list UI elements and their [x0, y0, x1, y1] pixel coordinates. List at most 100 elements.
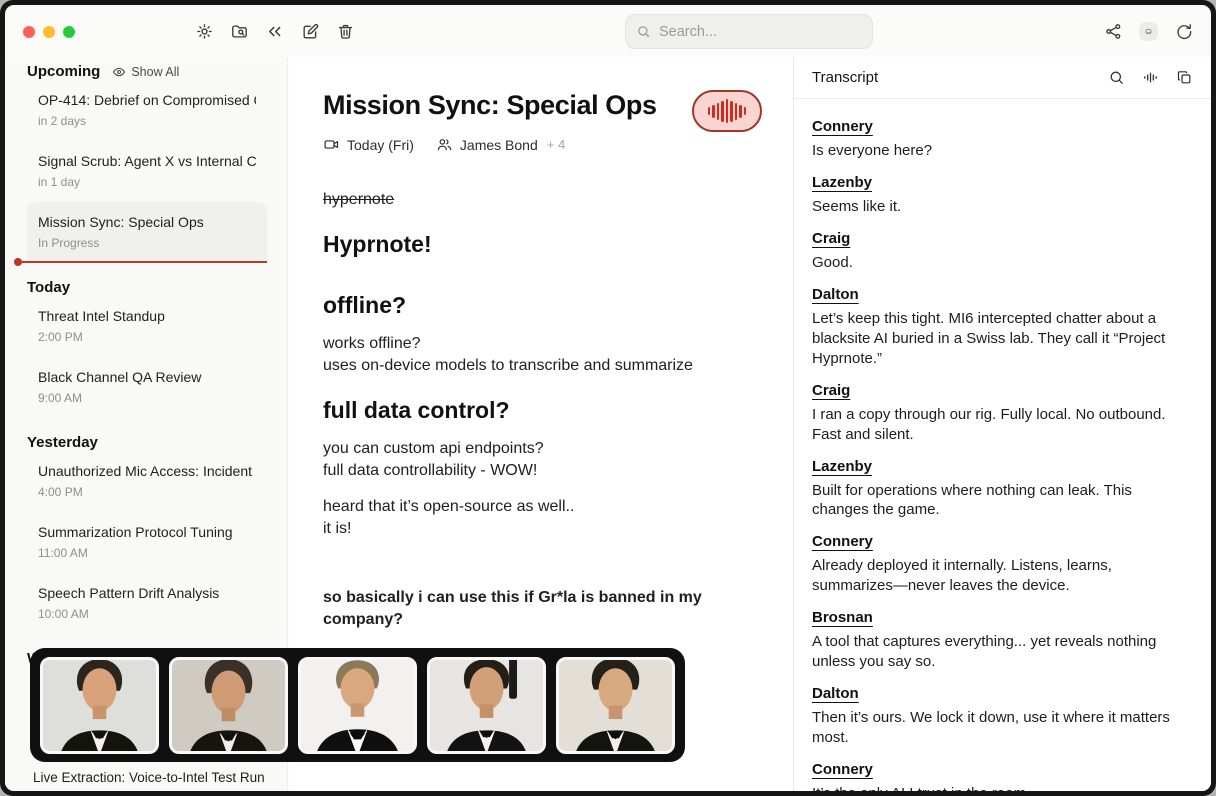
waveform-bar [735, 103, 738, 120]
transcript-copy-icon[interactable] [1176, 69, 1193, 86]
speaker-label[interactable]: Lazenby [812, 458, 1191, 475]
speaker-label[interactable]: Brosnan [812, 609, 1191, 626]
utterance: Seems like it. [812, 197, 1191, 217]
sidebar-item-op414[interactable]: OP-414: Debrief on Compromised Call in 2… [27, 80, 267, 141]
attendee-label: James Bond [460, 137, 538, 153]
sidebar-item-black-channel[interactable]: Black Channel QA Review 9:00 AM [27, 357, 267, 418]
settings-gear-icon[interactable] [195, 22, 214, 41]
event-date-label: Today (Fri) [347, 137, 414, 153]
share-icon[interactable] [1104, 22, 1123, 41]
attendee-extra-count: + 4 [547, 137, 565, 152]
waveform-bar [708, 107, 711, 115]
utterance: Is everyone here? [812, 141, 1191, 161]
section-header-upcoming: Upcoming Show All [27, 63, 267, 80]
search-input[interactable]: Search... [625, 14, 873, 49]
waveform-bar [712, 105, 715, 118]
people-icon [436, 136, 453, 153]
note-meta-row: Today (Fri) James Bond + 4 [323, 136, 763, 153]
transcript-tools [1108, 69, 1193, 86]
collapse-sidebar-chevrons-icon[interactable] [265, 22, 284, 41]
section-title: Upcoming [27, 63, 100, 80]
close-window-button[interactable] [23, 26, 35, 38]
waveform-bar [730, 101, 733, 122]
speaker-label[interactable]: Connery [812, 118, 1191, 135]
show-all-label: Show All [131, 65, 179, 79]
attendees-chip[interactable]: James Bond + 4 [436, 136, 565, 153]
window-content: Search... [5, 5, 1211, 791]
trash-icon[interactable] [336, 22, 355, 41]
toolbar: Search... [5, 5, 1211, 57]
portrait-photo-2[interactable] [169, 657, 288, 754]
note-block-paragraph: you can custom api endpoints? full data … [323, 438, 763, 482]
note-block-paragraph: heard that it’s open-source as well.. it… [323, 496, 763, 540]
transcript-header: Transcript [794, 57, 1211, 99]
transcript-body[interactable]: Connery Is everyone here? Lazenby Seems … [794, 99, 1211, 791]
sidebar-item-live-extraction[interactable]: Live Extraction: Voice-to-Intel Test Run [33, 770, 265, 785]
transcript-search-icon[interactable] [1108, 69, 1125, 86]
utterance: It’s the only AI I trust in the room. [812, 784, 1191, 791]
speaker-label[interactable]: Lazenby [812, 174, 1191, 191]
sync-refresh-icon[interactable] [1174, 22, 1193, 41]
widgets-panel-icon[interactable] [1139, 22, 1158, 41]
note-block-bold-paragraph: so basically i can use this if Gr*la is … [323, 587, 763, 631]
waveform-bar [726, 99, 729, 123]
show-all-button[interactable]: Show All [112, 65, 179, 79]
section-header-yesterday: Yesterday [27, 434, 267, 451]
note-block-strike: hypernote [323, 189, 763, 211]
edit-note-icon[interactable] [301, 22, 320, 41]
waveform-bar [739, 105, 742, 118]
transcript-panel: Transcript Connery Is everyone her [793, 57, 1211, 791]
recording-progress-line [18, 261, 267, 263]
sidebar-item-unauthorized-mic[interactable]: Unauthorized Mic Access: Incident Re... … [27, 451, 267, 512]
toolbar-right-group [1104, 5, 1193, 57]
transcript-title: Transcript [812, 69, 878, 86]
toolbar-left-group [195, 5, 284, 57]
minimize-window-button[interactable] [43, 26, 55, 38]
eye-icon [112, 65, 126, 79]
portrait-photo-1[interactable] [40, 657, 159, 754]
event-date-chip[interactable]: Today (Fri) [323, 136, 414, 153]
transcript-waveform-icon[interactable] [1142, 69, 1159, 86]
video-camera-icon [323, 136, 340, 153]
note-block-paragraph: works offline? uses on-device models to … [323, 333, 763, 377]
zoom-window-button[interactable] [63, 26, 75, 38]
search-placeholder: Search... [659, 24, 717, 40]
speaker-label[interactable]: Connery [812, 761, 1191, 778]
portrait-photo-4[interactable] [427, 657, 546, 754]
search-icon [636, 24, 651, 39]
waveform-bar [717, 103, 720, 120]
sidebar-item-signal-scrub[interactable]: Signal Scrub: Agent X vs Internal Coun..… [27, 141, 267, 202]
utterance: Then it’s ours. We lock it down, use it … [812, 708, 1191, 748]
utterance: Already deployed it internally. Listens,… [812, 556, 1191, 596]
note-block-heading: offline? [323, 292, 763, 319]
utterance: Built for operations where nothing can l… [812, 481, 1191, 521]
sidebar-item-mission-sync-selected[interactable]: Mission Sync: Special Ops In Progress [27, 202, 267, 263]
note-body[interactable]: hypernote Hyprnote! offline? works offli… [323, 189, 763, 673]
section-header-today: Today [27, 279, 267, 296]
attendee-photo-strip [30, 648, 685, 762]
sidebar-item-threat-intel[interactable]: Threat Intel Standup 2:00 PM [27, 296, 267, 357]
app-window: Search... [0, 0, 1216, 796]
note-block-heading: full data control? [323, 397, 763, 424]
speaker-label[interactable]: Craig [812, 382, 1191, 399]
recording-progress-dot [14, 258, 22, 266]
portrait-photo-5[interactable] [556, 657, 675, 754]
utterance: Good. [812, 253, 1191, 273]
waveform-bar [744, 107, 747, 115]
speaker-label[interactable]: Craig [812, 230, 1191, 247]
waveform-bar [721, 101, 724, 122]
speaker-label[interactable]: Connery [812, 533, 1191, 550]
speaker-label[interactable]: Dalton [812, 685, 1191, 702]
portrait-photo-3[interactable] [298, 657, 417, 754]
utterance: I ran a copy through our rig. Fully loca… [812, 405, 1191, 445]
folder-search-icon[interactable] [230, 22, 249, 41]
speaker-label[interactable]: Dalton [812, 286, 1191, 303]
recording-button[interactable] [692, 90, 762, 132]
utterance: A tool that captures everything... yet r… [812, 632, 1191, 672]
traffic-lights [23, 26, 75, 38]
sidebar-item-summarization-protocol[interactable]: Summarization Protocol Tuning 11:00 AM [27, 512, 267, 573]
utterance: Let’s keep this tight. MI6 intercepted c… [812, 309, 1191, 369]
toolbar-note-group [301, 5, 355, 57]
sidebar-item-speech-pattern[interactable]: Speech Pattern Drift Analysis 10:00 AM [27, 573, 267, 634]
note-block-heading: Hyprnote! [323, 231, 763, 258]
